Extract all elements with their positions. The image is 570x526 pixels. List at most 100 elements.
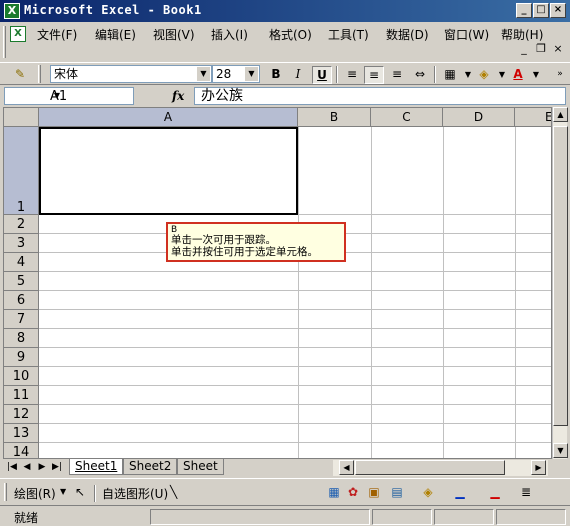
- column-header[interactable]: E: [515, 108, 551, 127]
- menu-window[interactable]: 窗口(W): [441, 26, 492, 43]
- scroll-thumb[interactable]: [355, 460, 505, 475]
- menu-edit[interactable]: 编辑(E): [92, 26, 139, 43]
- row-header[interactable]: 3: [4, 234, 39, 253]
- format-painter-icon[interactable]: ✎: [10, 66, 30, 84]
- doc-close-button[interactable]: ×: [550, 42, 566, 55]
- menu-data[interactable]: 数据(D): [383, 26, 432, 43]
- chevron-down-icon[interactable]: ▼: [245, 67, 258, 81]
- toolbar-grip[interactable]: [38, 65, 41, 83]
- chevron-down-icon[interactable]: ▼: [197, 67, 210, 81]
- scroll-up-icon[interactable]: ▲: [553, 107, 568, 122]
- chevron-down-icon[interactable]: ▼: [526, 66, 546, 84]
- row-header[interactable]: 11: [4, 386, 39, 405]
- row-header[interactable]: 6: [4, 291, 39, 310]
- toolbar-separator: [94, 485, 96, 502]
- gridline: [371, 127, 372, 458]
- name-box[interactable]: A1 ▼: [4, 87, 134, 105]
- bold-button[interactable]: B: [266, 66, 286, 84]
- fill-color-icon[interactable]: ◈: [420, 484, 436, 500]
- line-style-icon[interactable]: ≣: [518, 484, 534, 500]
- menu-help[interactable]: 帮助(H): [498, 26, 546, 43]
- underline-button[interactable]: U: [312, 66, 332, 84]
- row-header[interactable]: 2: [4, 215, 39, 234]
- draw-menu-button[interactable]: 绘图(R): [14, 485, 56, 502]
- horizontal-scrollbar[interactable]: ◀ ▶: [333, 460, 548, 476]
- clip-art-icon[interactable]: ▣: [366, 484, 382, 500]
- active-cell-a1[interactable]: [39, 127, 298, 215]
- toolbar-grip[interactable]: [4, 483, 7, 501]
- line-tool-icon[interactable]: ╲: [170, 485, 177, 499]
- maximize-button[interactable]: □: [533, 3, 549, 18]
- wordart-icon[interactable]: ▦: [326, 484, 342, 500]
- row-header[interactable]: 10: [4, 367, 39, 386]
- first-sheet-icon[interactable]: |◀: [6, 461, 18, 474]
- row-header[interactable]: 13: [4, 424, 39, 443]
- italic-button[interactable]: I: [288, 66, 308, 84]
- sheet-tab-bar: |◀ ◀ ▶ ▶| Sheet1 Sheet2 Sheet ◀ ▶: [3, 459, 552, 477]
- row-header[interactable]: 5: [4, 272, 39, 291]
- sheet-tab-3[interactable]: Sheet: [177, 459, 224, 475]
- scroll-right-icon[interactable]: ▶: [531, 460, 546, 475]
- autoshapes-menu-button[interactable]: 自选图形(U): [102, 485, 168, 502]
- font-color-button[interactable]: A: [508, 66, 528, 84]
- diagram-icon[interactable]: ✿: [345, 484, 361, 500]
- menu-file[interactable]: 文件(F): [34, 26, 80, 43]
- menu-tools[interactable]: 工具(T): [325, 26, 372, 43]
- sheet-tab-2[interactable]: Sheet2: [123, 459, 178, 475]
- sheet-tab-1[interactable]: Sheet1: [69, 459, 124, 475]
- row-header[interactable]: 1: [4, 127, 39, 215]
- chevron-down-icon[interactable]: ▼: [60, 487, 66, 496]
- excel-app-icon[interactable]: X: [4, 3, 20, 19]
- font-size-select[interactable]: 28 ▼: [212, 65, 260, 83]
- align-left-icon[interactable]: ≡: [342, 66, 362, 84]
- status-text: 就绪: [14, 511, 39, 525]
- scroll-thumb[interactable]: [553, 126, 568, 426]
- row-header[interactable]: 7: [4, 310, 39, 329]
- close-button[interactable]: ×: [550, 3, 566, 18]
- minimize-button[interactable]: _: [516, 3, 532, 18]
- align-center-icon[interactable]: ≡: [364, 66, 384, 84]
- doc-minimize-button[interactable]: _: [516, 42, 532, 55]
- borders-icon[interactable]: ▦: [440, 66, 460, 84]
- gridline: [39, 309, 551, 310]
- font-name-select[interactable]: 宋体 ▼: [50, 65, 212, 83]
- next-sheet-icon[interactable]: ▶: [36, 461, 48, 474]
- tooltip-title: B: [171, 225, 178, 235]
- row-header[interactable]: 4: [4, 253, 39, 272]
- gridline: [298, 127, 299, 458]
- workbook-icon[interactable]: X: [10, 26, 26, 42]
- chevron-down-icon[interactable]: ▼: [50, 89, 64, 103]
- worksheet-grid[interactable]: A B C D E 1 2 3 4 5 6 7 8 9 10 11 12 13 …: [3, 107, 552, 459]
- toolbar-options-icon[interactable]: »: [550, 66, 570, 84]
- row-header[interactable]: 9: [4, 348, 39, 367]
- column-header[interactable]: B: [298, 108, 371, 127]
- row-header[interactable]: 8: [4, 329, 39, 348]
- vertical-scrollbar[interactable]: ▲ ▼: [552, 107, 568, 459]
- scroll-left-icon[interactable]: ◀: [339, 460, 354, 475]
- select-all-button[interactable]: [4, 108, 39, 127]
- column-header[interactable]: C: [371, 108, 443, 127]
- menu-format[interactable]: 格式(O): [266, 26, 315, 43]
- menu-insert[interactable]: 插入(I): [208, 26, 251, 43]
- align-right-icon[interactable]: ≡: [387, 66, 407, 84]
- insert-function-icon[interactable]: fx: [172, 89, 184, 103]
- column-header[interactable]: A: [39, 108, 298, 127]
- formula-input[interactable]: 办公族: [194, 87, 566, 105]
- menu-grip[interactable]: [3, 26, 6, 58]
- select-pointer-icon[interactable]: ↖: [72, 484, 88, 500]
- scroll-down-icon[interactable]: ▼: [553, 443, 568, 458]
- draw-font-color-icon[interactable]: ▁: [487, 484, 503, 500]
- column-header[interactable]: D: [443, 108, 515, 127]
- fill-color-icon[interactable]: ◈: [474, 66, 494, 84]
- picture-icon[interactable]: ▤: [389, 484, 405, 500]
- gridline: [39, 347, 551, 348]
- prev-sheet-icon[interactable]: ◀: [21, 461, 33, 474]
- row-header[interactable]: 12: [4, 405, 39, 424]
- merge-center-icon[interactable]: ⇔: [410, 66, 430, 84]
- line-color-icon[interactable]: ▁: [452, 484, 468, 500]
- last-sheet-icon[interactable]: ▶|: [51, 461, 63, 474]
- doc-restore-button[interactable]: ❐: [533, 42, 549, 55]
- gridline: [39, 404, 551, 405]
- menu-view[interactable]: 视图(V): [150, 26, 198, 43]
- row-header[interactable]: 14: [4, 443, 39, 458]
